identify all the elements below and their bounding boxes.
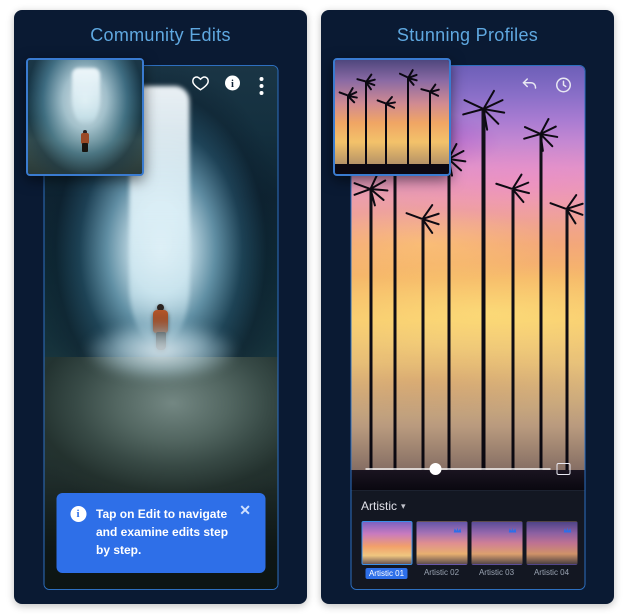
community-edits-panel: Community Edits i <box>14 10 307 604</box>
profile-thumb-2[interactable]: Artistic 03 <box>471 521 522 579</box>
svg-text:i: i <box>231 79 234 90</box>
profile-thumb-1[interactable]: Artistic 02 <box>416 521 467 579</box>
history-icon[interactable] <box>554 76 572 99</box>
subject-person <box>153 304 168 350</box>
profile-thumb-3[interactable]: Artistic 04 <box>526 521 577 579</box>
panel-title-left: Community Edits <box>90 25 231 46</box>
edit-tip-text: Tap on Edit to navigate and examine edit… <box>96 505 229 559</box>
info-icon[interactable]: i <box>223 74 241 97</box>
undo-icon[interactable] <box>520 76 538 99</box>
profile-thumb-0[interactable]: Artistic 01 <box>361 521 412 579</box>
edit-tip-banner: i Tap on Edit to navigate and examine ed… <box>56 493 265 573</box>
profile-intensity-slider[interactable] <box>365 460 570 478</box>
before-thumbnail-left[interactable] <box>26 58 144 176</box>
panel-title-right: Stunning Profiles <box>397 25 538 46</box>
compare-icon[interactable] <box>556 463 570 475</box>
chevron-down-icon: ▾ <box>401 501 406 512</box>
stunning-profiles-panel: Stunning Profiles <box>321 10 614 604</box>
profiles-category-dropdown[interactable]: Artistic ▾ <box>361 499 574 513</box>
before-thumbnail-right[interactable] <box>333 58 451 176</box>
info-badge-icon: i <box>70 506 86 522</box>
profiles-category-label: Artistic <box>361 499 397 513</box>
more-icon[interactable] <box>255 75 267 97</box>
heart-icon[interactable] <box>191 74 209 97</box>
close-icon[interactable]: ✕ <box>239 503 251 517</box>
profiles-strip: Artistic ▾ Artistic 01 Artistic 02 Artis… <box>351 490 584 589</box>
